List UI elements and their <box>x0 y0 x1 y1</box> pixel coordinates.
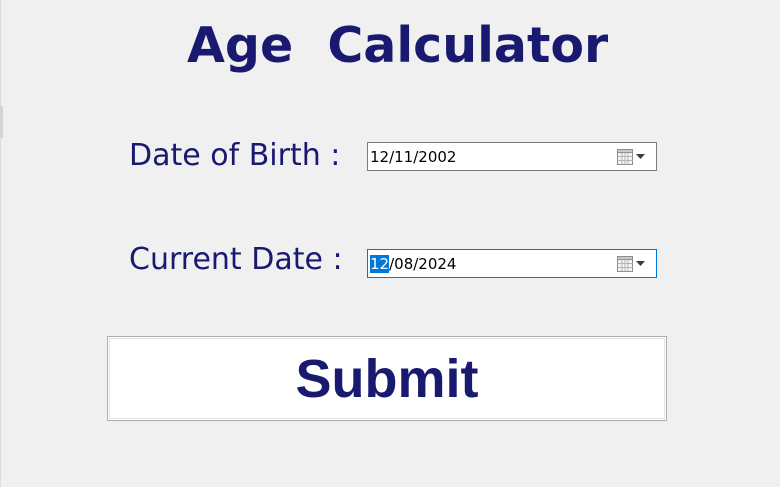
calendar-icon <box>617 256 633 272</box>
date-of-birth-value[interactable]: 12/11/2002 <box>370 147 456 167</box>
window-resize-handle[interactable] <box>0 106 3 138</box>
calendar-icon <box>617 149 633 165</box>
current-date-value[interactable]: 12/08/2024 <box>370 254 456 274</box>
chevron-down-icon <box>636 261 645 266</box>
current-date-rest[interactable]: /08/2024 <box>389 255 456 273</box>
current-date-calendar-button[interactable] <box>616 255 646 273</box>
current-date-picker[interactable]: 12/08/2024 <box>367 249 657 278</box>
date-of-birth-label: Date of Birth : <box>129 138 341 173</box>
chevron-down-icon <box>636 154 645 159</box>
date-of-birth-picker[interactable]: 12/11/2002 <box>367 142 657 171</box>
current-date-month-segment[interactable]: 12 <box>370 255 390 273</box>
current-date-label: Current Date : <box>129 242 343 277</box>
date-of-birth-calendar-button[interactable] <box>616 148 646 166</box>
submit-button[interactable]: Submit <box>107 336 667 421</box>
window-left-edge <box>0 0 1 487</box>
page-title: Age Calculator <box>187 17 609 74</box>
